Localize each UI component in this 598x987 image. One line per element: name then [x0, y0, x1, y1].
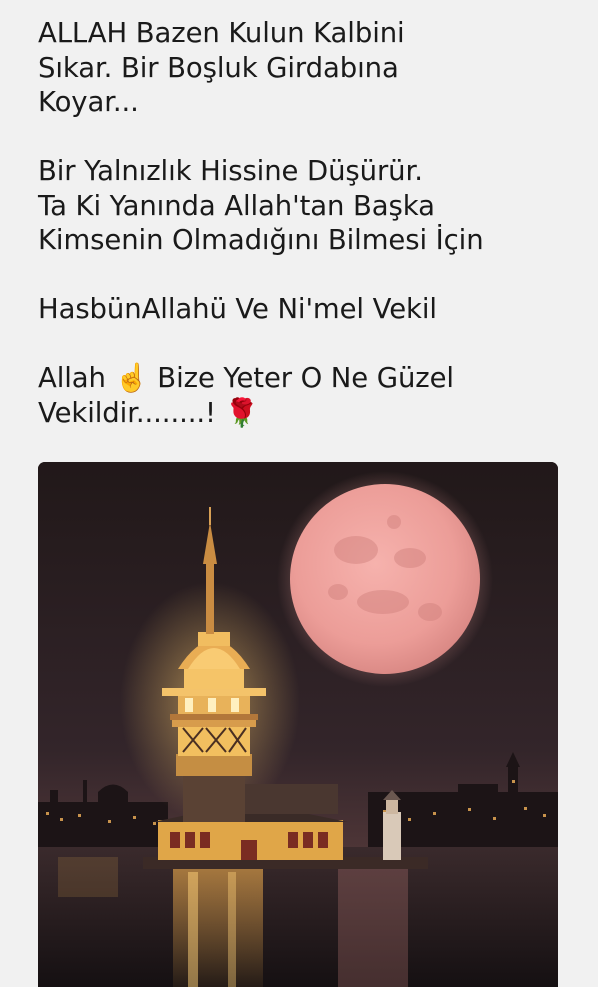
post-line: Koyar...: [38, 86, 139, 118]
photo-illustration: [38, 462, 558, 987]
post-paragraph-4: Allah ☝️ Bize Yeter O Ne Güzel Vekildir.…: [38, 361, 568, 430]
post-line: ALLAH Bazen Kulun Kalbini: [38, 17, 405, 49]
post-line: Kimsenin Olmadığını Bilmesi İçin: [38, 224, 484, 256]
post-text: ALLAH Bazen Kulun Kalbini Sıkar. Bir Boş…: [38, 16, 568, 430]
post-line: Ta Ki Yanında Allah'tan Başka: [38, 189, 435, 222]
full-moon: [290, 484, 480, 674]
post-line: Bir Yalnızlık Hissine Düşürür.: [38, 155, 423, 187]
post-line: Allah ☝️ Bize Yeter O Ne Güzel: [38, 362, 454, 394]
post-line: Vekildir........! 🌹: [38, 396, 259, 429]
post-line: Sıkar. Bir Boşluk Girdabına: [38, 51, 399, 84]
post-line: HasbünAllahü Ve Ni'mel Vekil: [38, 293, 437, 325]
post-paragraph-1: ALLAH Bazen Kulun Kalbini Sıkar. Bir Boş…: [38, 16, 568, 120]
post-paragraph-3: HasbünAllahü Ve Ni'mel Vekil: [38, 292, 568, 327]
post-image-maidens-tower[interactable]: [38, 462, 558, 987]
post-paragraph-2: Bir Yalnızlık Hissine Düşürür. Ta Ki Yan…: [38, 154, 568, 258]
